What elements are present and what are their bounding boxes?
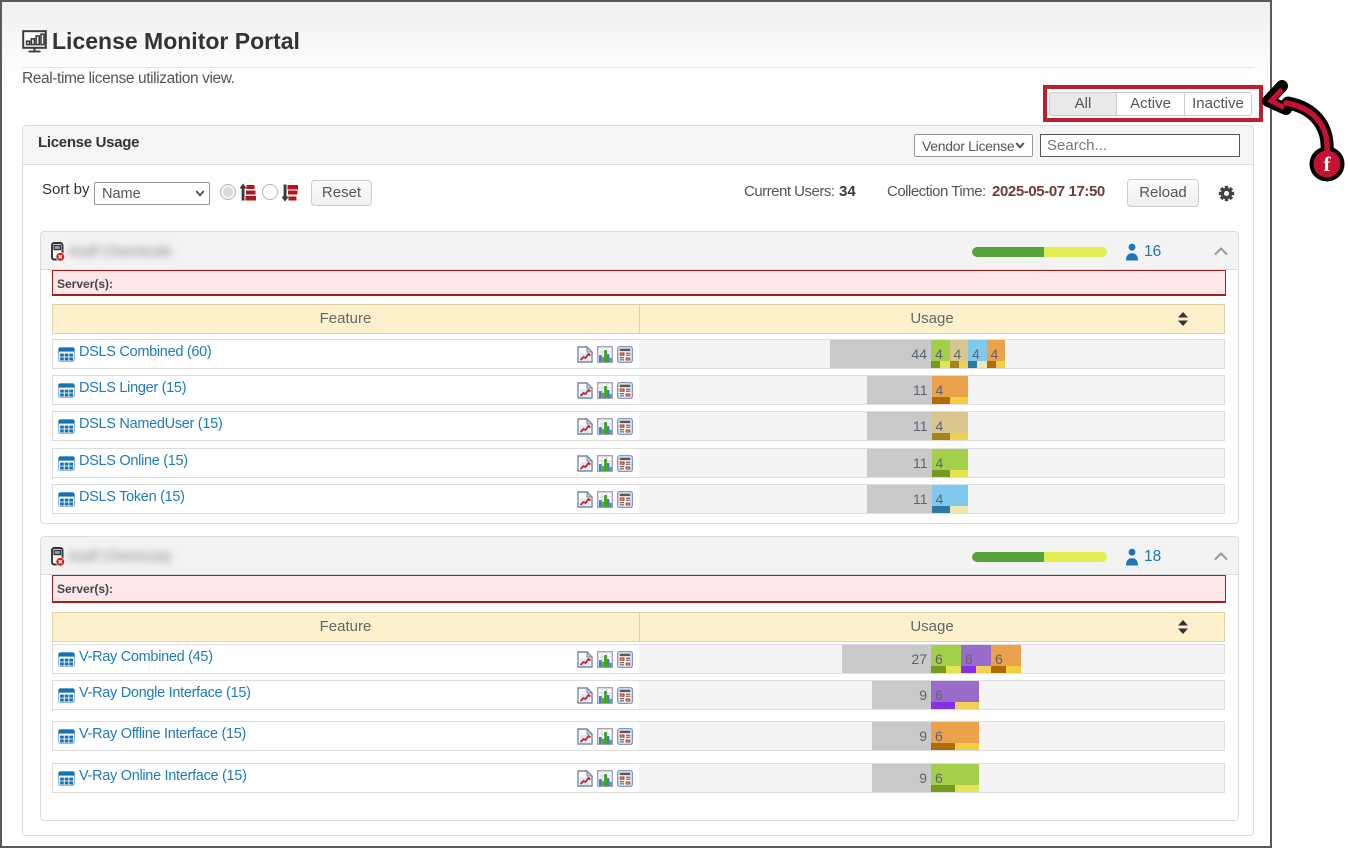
svg-text:f: f — [1324, 152, 1332, 176]
